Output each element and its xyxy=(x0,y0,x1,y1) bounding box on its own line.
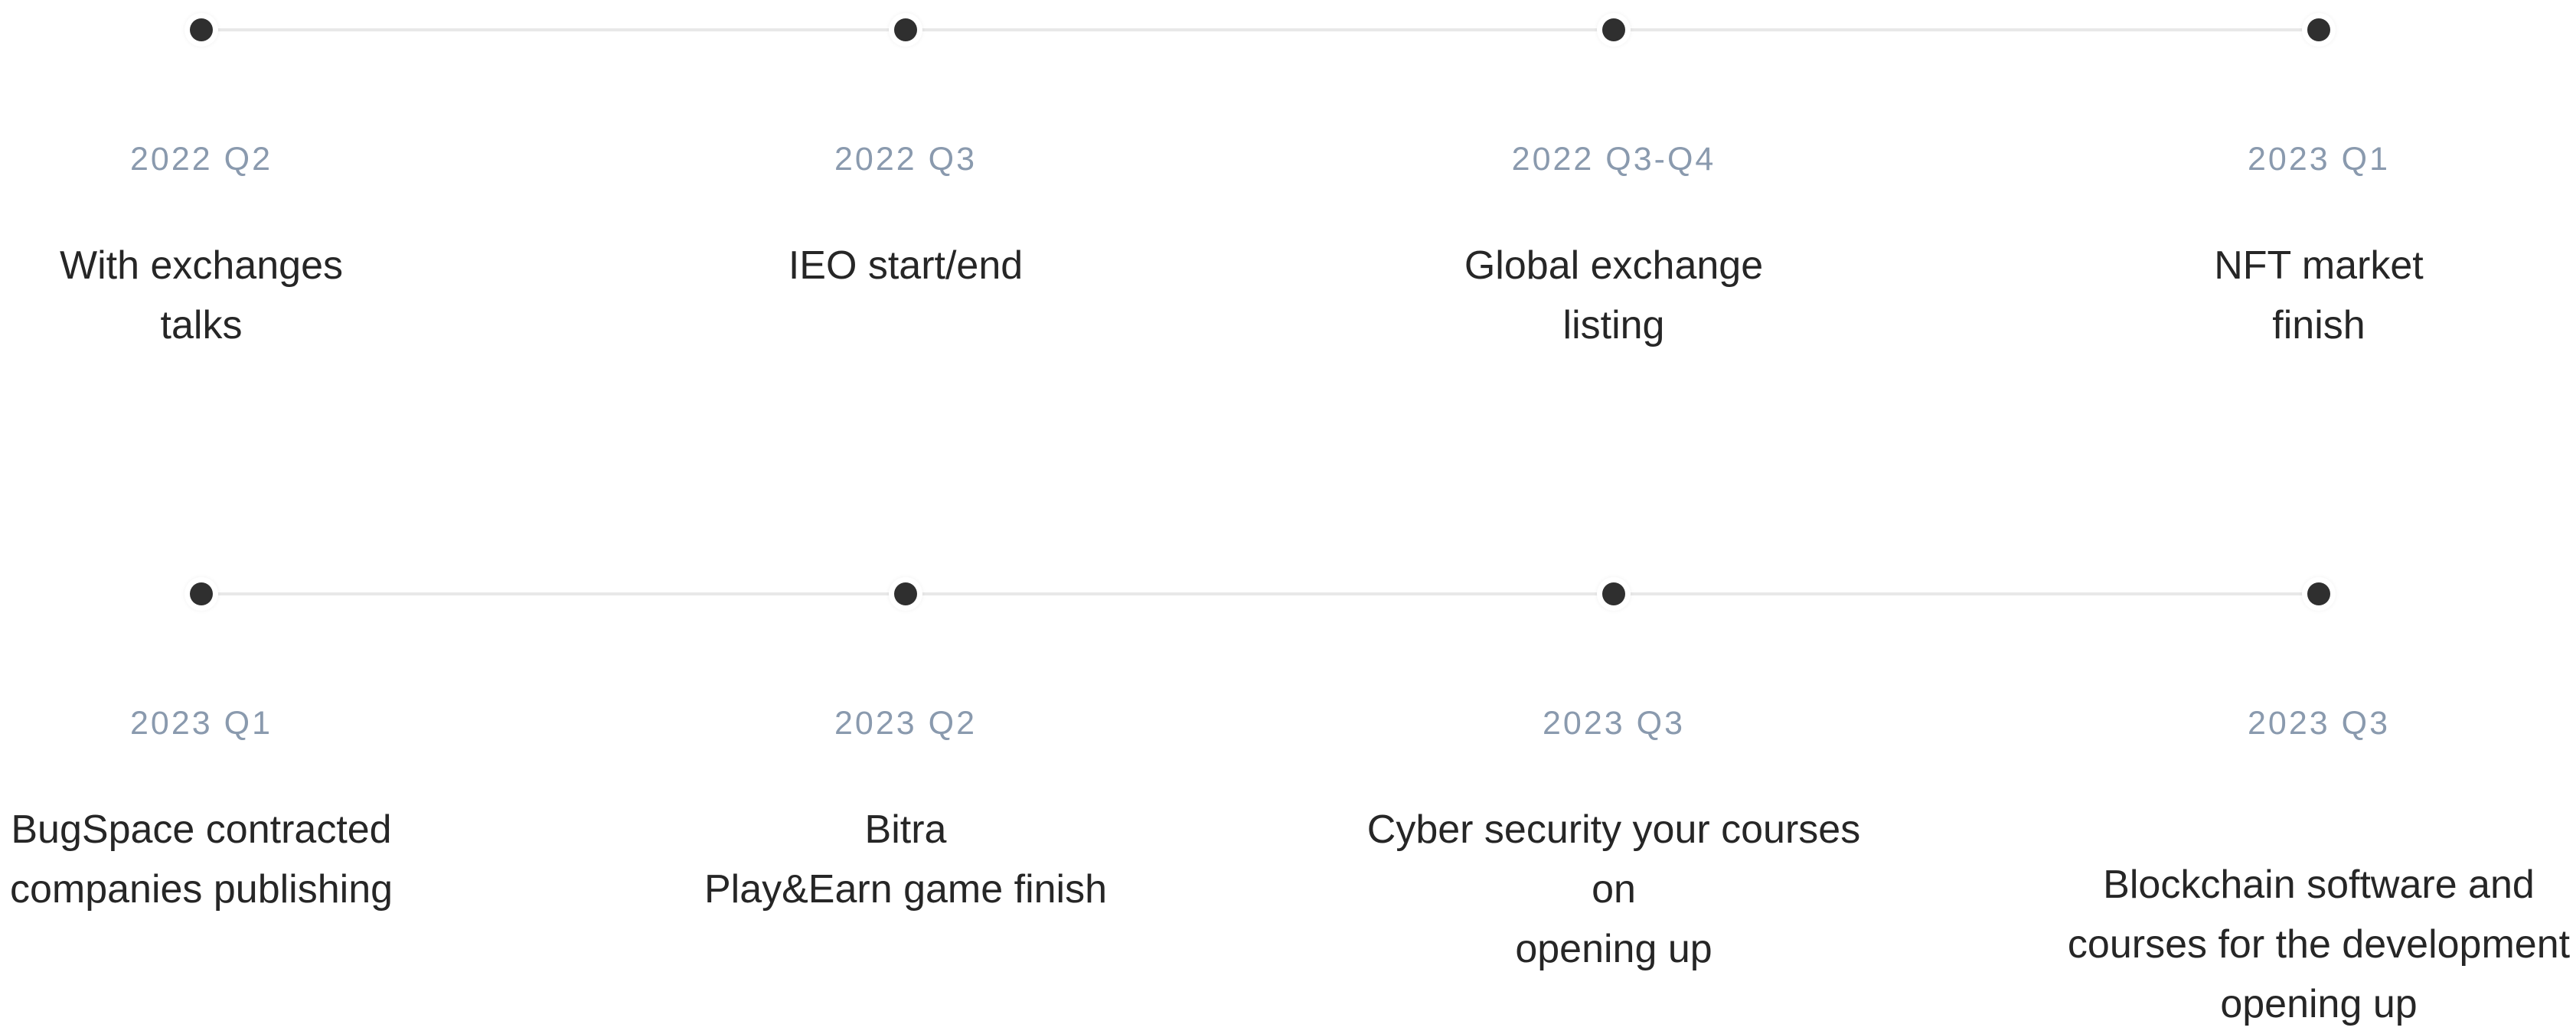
milestone-dot xyxy=(1602,18,1625,41)
milestone-marker xyxy=(184,577,218,611)
milestone-description: Global exchange listing xyxy=(1464,243,1764,347)
milestone-marker xyxy=(184,13,218,47)
milestone-marker xyxy=(889,577,922,611)
milestone-date: 2023 Q3 xyxy=(2248,705,2390,742)
milestone-marker xyxy=(889,13,922,47)
milestone-date: 2023 Q1 xyxy=(130,705,273,742)
milestone-description: Blockchain software and courses for the … xyxy=(2067,863,2571,1026)
milestone-date: 2022 Q2 xyxy=(130,141,273,178)
milestone-description: With exchanges talks xyxy=(60,243,343,347)
milestone-dot xyxy=(894,18,917,41)
milestone-dot xyxy=(2307,18,2330,41)
milestone-date: 2023 Q1 xyxy=(2248,141,2390,178)
milestone-description: Bitra Play&Earn game finish xyxy=(704,807,1108,912)
milestone-dot xyxy=(190,582,213,605)
milestone-date: 2023 Q2 xyxy=(834,705,977,742)
milestone-marker xyxy=(2302,13,2336,47)
milestone-date: 2022 Q3 xyxy=(834,141,977,178)
milestone-date: 2022 Q3-Q4 xyxy=(1511,141,1716,178)
timeline-row-1: 2022 Q2 With exchanges talks 2022 Q3 IEO… xyxy=(0,0,2576,459)
milestone-dot xyxy=(2307,582,2330,605)
milestone-date: 2023 Q3 xyxy=(1543,705,1685,742)
timeline-track xyxy=(201,28,2319,31)
milestone-description: BugSpace contracted companies publishing xyxy=(9,807,393,912)
milestone-marker xyxy=(2302,577,2336,611)
timeline-track xyxy=(201,592,2319,595)
milestone-description: NFT market finish xyxy=(2214,243,2424,347)
milestone-description: Cyber security your courses on opening u… xyxy=(1366,807,1861,971)
milestone-dot xyxy=(1602,582,1625,605)
timeline-row-2: 2023 Q1 BugSpace contracted companies pu… xyxy=(0,564,2576,1026)
milestone-marker xyxy=(1597,577,1631,611)
milestone-marker xyxy=(1597,13,1631,47)
milestone-dot xyxy=(894,582,917,605)
milestone-description: IEO start/end xyxy=(788,243,1024,288)
milestone-dot xyxy=(190,18,213,41)
